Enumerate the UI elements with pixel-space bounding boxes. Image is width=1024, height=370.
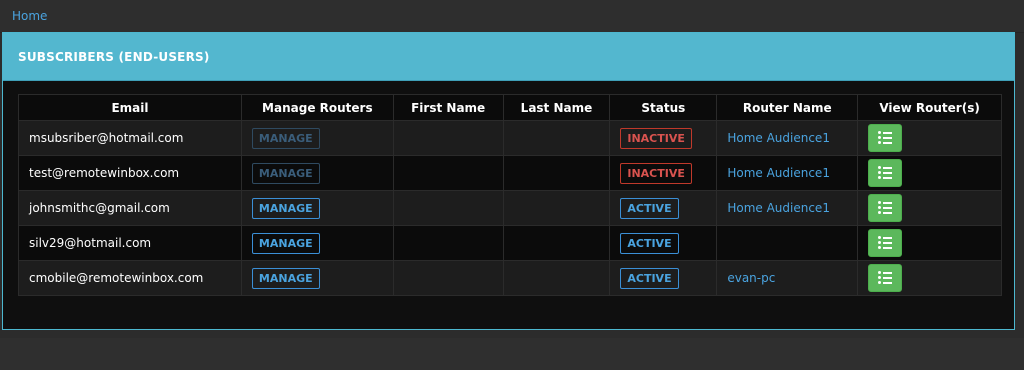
status-cell: ACTIVE (609, 260, 718, 296)
manage-cell: MANAGE (240, 190, 394, 226)
status-cell: INACTIVE (609, 155, 718, 191)
header-last-name[interactable]: Last Name (502, 94, 611, 121)
list-icon (878, 271, 893, 285)
view-cell (857, 120, 1002, 156)
breadcrumb: Home (0, 0, 1024, 33)
router-name-cell: Home Audience1 (716, 190, 859, 226)
view-cell (857, 260, 1002, 296)
last-name-cell (502, 260, 611, 296)
router-name-link[interactable]: Home Audience1 (727, 131, 830, 145)
table-row: johnsmithc@gmail.com MANAGE ACTIVE Home Aud… (18, 190, 1002, 226)
view-cell (857, 190, 1002, 226)
header-first-name[interactable]: First Name (392, 94, 504, 121)
email-cell: test@remotewinbox.com (18, 155, 242, 191)
subscribers-panel: SUBSCRIBERS (END-USERS) Email Manage Rou… (2, 32, 1015, 330)
table-row: silv29@hotmail.com MANAGE ACTIVE (18, 225, 1002, 261)
subscribers-table: Email Manage Routers First Name Last Nam… (18, 94, 1002, 296)
table-row: cmobile@remotewinbox.com MANAGE ACTIVE evan… (18, 260, 1002, 296)
view-cell (857, 155, 1002, 191)
status-cell: ACTIVE (609, 225, 718, 261)
status-cell: ACTIVE (609, 190, 718, 226)
view-routers-button[interactable] (868, 264, 903, 292)
email-text: test@remotewinbox.com (29, 166, 180, 180)
status-badge: ACTIVE (620, 197, 679, 219)
status-badge: INACTIVE (620, 162, 692, 184)
manage-button[interactable]: MANAGE (251, 127, 320, 149)
header-manage-routers: Manage Routers (240, 94, 394, 121)
view-routers-button[interactable] (868, 229, 903, 257)
header-email[interactable]: Email (18, 94, 242, 121)
table-row: test@remotewinbox.com MANAGE INACTIVE Home … (18, 155, 1002, 191)
header-view-routers: View Router(s) (857, 94, 1002, 121)
breadcrumb-home-link[interactable]: Home (12, 9, 47, 23)
header-status[interactable]: Status (609, 94, 718, 121)
email-cell: cmobile@remotewinbox.com (18, 260, 242, 296)
manage-button[interactable]: MANAGE (251, 162, 320, 184)
first-name-cell (392, 260, 504, 296)
router-name-cell: evan-pc (716, 260, 859, 296)
panel-title: SUBSCRIBERS (END-USERS) (18, 50, 210, 64)
router-name-cell (716, 225, 859, 261)
email-cell: silv29@hotmail.com (18, 225, 242, 261)
status-badge: ACTIVE (620, 232, 679, 254)
first-name-cell (392, 225, 504, 261)
router-name-link[interactable]: evan-pc (727, 271, 775, 285)
email-cell: johnsmithc@gmail.com (18, 190, 242, 226)
last-name-cell (502, 120, 611, 156)
status-badge: INACTIVE (620, 127, 692, 149)
email-cell: msubsriber@hotmail.com (18, 120, 242, 156)
email-text: cmobile@remotewinbox.com (29, 271, 204, 285)
last-name-cell (502, 225, 611, 261)
list-icon (878, 236, 893, 250)
router-name-cell: Home Audience1 (716, 155, 859, 191)
manage-button[interactable]: MANAGE (251, 267, 320, 289)
table-header-row: Email Manage Routers First Name Last Nam… (18, 94, 1002, 121)
manage-cell: MANAGE (240, 260, 394, 296)
manage-cell: MANAGE (240, 225, 394, 261)
view-cell (857, 225, 1002, 261)
status-badge: ACTIVE (620, 267, 679, 289)
last-name-cell (502, 155, 611, 191)
view-routers-button[interactable] (868, 194, 903, 222)
header-router-name[interactable]: Router Name (716, 94, 859, 121)
list-icon (878, 131, 893, 145)
first-name-cell (392, 155, 504, 191)
first-name-cell (392, 120, 504, 156)
router-name-cell: Home Audience1 (716, 120, 859, 156)
view-routers-button[interactable] (868, 124, 903, 152)
manage-button[interactable]: MANAGE (251, 197, 320, 219)
manage-cell: MANAGE (240, 120, 394, 156)
router-name-link[interactable]: Home Audience1 (727, 166, 830, 180)
page-footer-area (0, 338, 1024, 370)
email-text: msubsriber@hotmail.com (29, 131, 184, 145)
view-routers-button[interactable] (868, 159, 903, 187)
router-name-link[interactable]: Home Audience1 (727, 201, 830, 215)
first-name-cell (392, 190, 504, 226)
manage-cell: MANAGE (240, 155, 394, 191)
list-icon (878, 166, 893, 180)
manage-button[interactable]: MANAGE (251, 232, 320, 254)
last-name-cell (502, 190, 611, 226)
table-row: msubsriber@hotmail.com MANAGE INACTIVE Home… (18, 120, 1002, 156)
email-text: silv29@hotmail.com (29, 236, 152, 250)
list-icon (878, 201, 893, 215)
email-text: johnsmithc@gmail.com (29, 201, 170, 215)
status-cell: INACTIVE (609, 120, 718, 156)
